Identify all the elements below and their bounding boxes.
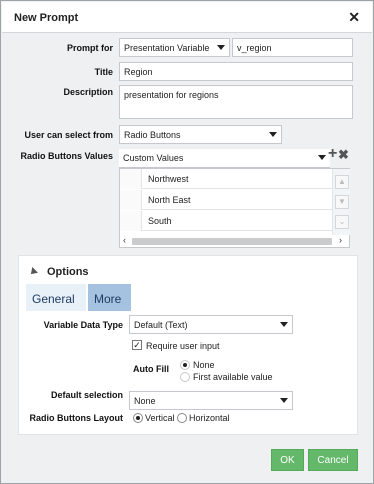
layout-horizontal-radio[interactable] [177, 413, 187, 423]
auto-fill-first-label: First available value [193, 372, 273, 382]
values-source-value: Custom Values [123, 153, 184, 163]
dialog-titlebar: New Prompt ✕ [2, 2, 372, 33]
prompt-for-value: Presentation Variable [124, 43, 210, 53]
move-up-icon[interactable]: ▲ [335, 175, 349, 189]
auto-fill-none-radio[interactable] [180, 360, 190, 370]
vertical-scrollbar[interactable]: ▲ ▼ ⌄ [332, 169, 350, 235]
default-selection-value: None [134, 396, 156, 406]
user-select-label: User can select from [24, 130, 113, 140]
remove-value-icon[interactable]: ✖ [338, 147, 349, 163]
chevron-down-icon [217, 45, 225, 50]
list-item-label: South [148, 216, 172, 226]
move-bottom-icon[interactable]: ⌄ [335, 215, 349, 229]
layout-vertical-radio[interactable] [133, 413, 143, 423]
list-item-label: Northwest [148, 174, 189, 184]
default-selection-label: Default selection [50, 390, 123, 400]
close-icon[interactable]: ✕ [348, 9, 360, 26]
variable-data-type-value: Default (Text) [134, 320, 188, 330]
variable-data-type-select[interactable]: Default (Text) [129, 315, 293, 334]
chevron-down-icon [280, 322, 288, 327]
new-prompt-dialog: New Prompt ✕ Prompt for Presentation Var… [0, 0, 374, 484]
ok-button[interactable]: OK [271, 449, 304, 471]
auto-fill-first-radio[interactable] [180, 372, 190, 382]
scroll-right-icon[interactable]: › [339, 235, 342, 245]
move-down-icon[interactable]: ▼ [335, 195, 349, 209]
list-item-label: North East [148, 195, 191, 205]
auto-fill-none-label: None [193, 360, 215, 370]
values-list: Northwest North East South ▲ ▼ ⌄ ‹ › [119, 168, 350, 248]
horizontal-scrollbar[interactable]: ‹ › [120, 235, 349, 247]
require-input-checkbox[interactable]: ✓ [132, 340, 142, 350]
chevron-down-icon [269, 132, 277, 137]
options-panel: Options General More Variable Data Type … [18, 255, 358, 435]
layout-label: Radio Buttons Layout [29, 413, 124, 423]
user-select-dropdown[interactable]: Radio Buttons [119, 125, 282, 144]
add-value-icon[interactable]: + [328, 145, 337, 163]
layout-horizontal-label: Horizontal [189, 413, 230, 423]
variable-name-input[interactable]: v_region [232, 38, 353, 57]
chevron-down-icon [318, 155, 326, 160]
require-input-label: Require user input [146, 341, 220, 351]
tab-more[interactable]: More [88, 284, 131, 311]
list-item[interactable]: North East [120, 190, 332, 210]
list-item[interactable]: South [120, 211, 332, 231]
rb-values-label: Radio Buttons Values [20, 151, 113, 161]
scrollbar-thumb[interactable] [132, 238, 332, 245]
cancel-button[interactable]: Cancel [308, 449, 358, 471]
title-label: Title [94, 67, 113, 77]
auto-fill-label: Auto Fill [133, 364, 169, 374]
title-input[interactable]: Region [119, 62, 353, 81]
user-select-value: Radio Buttons [124, 130, 181, 140]
variable-data-type-label: Variable Data Type [43, 320, 123, 330]
values-source-select[interactable]: Custom Values [119, 149, 330, 168]
options-header[interactable]: Options [47, 266, 89, 278]
layout-vertical-label: Vertical [145, 413, 175, 423]
scroll-left-icon[interactable]: ‹ [123, 235, 126, 245]
prompt-for-select[interactable]: Presentation Variable [119, 38, 230, 57]
default-selection-select[interactable]: None [129, 391, 293, 410]
description-textarea[interactable]: presentation for regions [119, 85, 353, 119]
prompt-for-label: Prompt for [67, 43, 113, 53]
chevron-down-icon [280, 398, 288, 403]
tab-general[interactable]: General [26, 284, 86, 311]
description-label: Description [63, 87, 113, 97]
list-item[interactable]: Northwest [120, 169, 332, 189]
collapse-triangle-icon[interactable] [28, 267, 38, 277]
dialog-title: New Prompt [14, 12, 79, 24]
